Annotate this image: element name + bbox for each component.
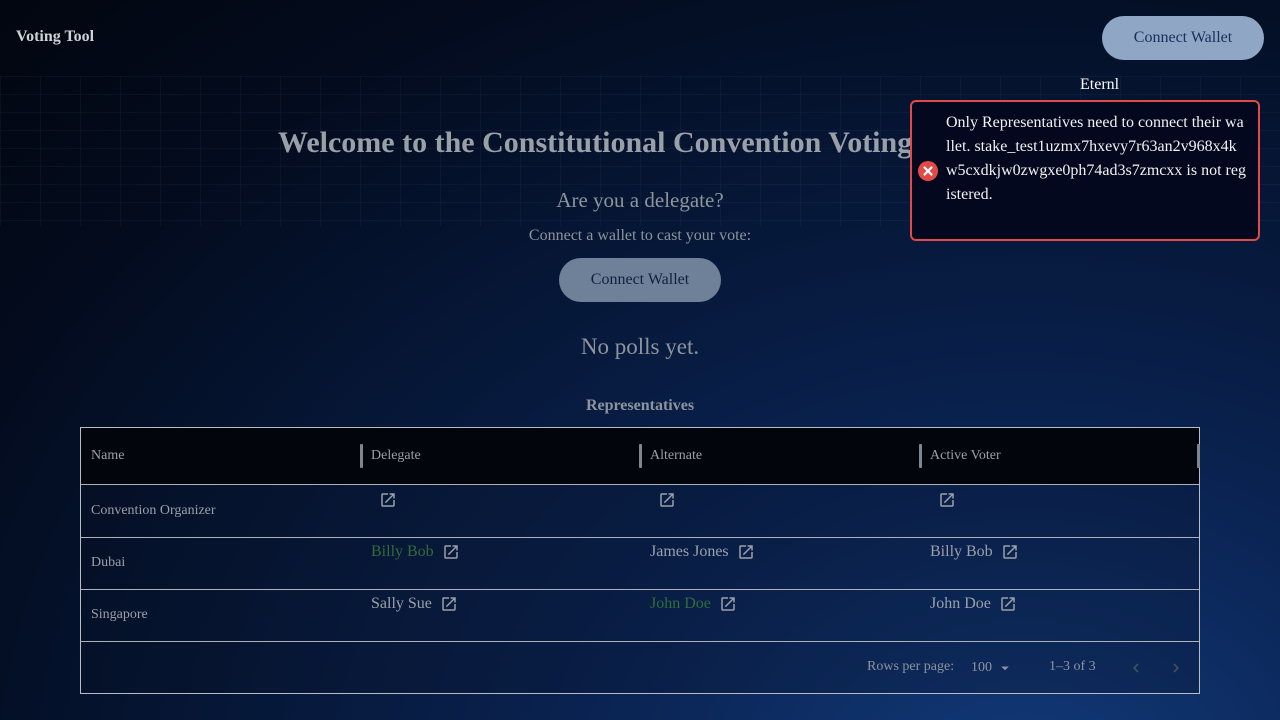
table-row: Singapore Sally Sue John Doe John Doe bbox=[81, 589, 1199, 642]
pagination-range: 1–3 of 3 bbox=[1049, 659, 1096, 674]
row-name: Convention Organizer bbox=[91, 503, 216, 518]
column-header-alternate[interactable]: Alternate bbox=[650, 448, 702, 464]
table-row: Convention Organizer bbox=[81, 485, 1199, 538]
delegate-cell bbox=[371, 491, 397, 509]
page-title: Welcome to the Constitutional Convention… bbox=[278, 126, 975, 159]
open-in-new-icon[interactable] bbox=[442, 543, 460, 561]
error-toast: Only Representatives need to connect the… bbox=[910, 100, 1260, 241]
toast-message: Only Representatives need to connect the… bbox=[946, 114, 1246, 203]
active-voter-cell: John Doe bbox=[930, 595, 1017, 613]
row-name: Dubai bbox=[91, 555, 126, 570]
arrow-drop-down-icon bbox=[1001, 666, 1009, 671]
open-in-new-icon[interactable] bbox=[938, 491, 956, 509]
open-in-new-icon[interactable] bbox=[999, 595, 1017, 613]
wallet-option-eternl[interactable]: Eternl bbox=[1080, 76, 1119, 94]
alternate-cell: James Jones bbox=[650, 543, 755, 561]
column-header-delegate[interactable]: Delegate bbox=[371, 448, 421, 464]
delegate-cell: Sally Sue bbox=[371, 595, 458, 613]
table-row: Dubai Billy Bob James Jones Billy Bob bbox=[81, 537, 1199, 590]
error-circle-icon bbox=[918, 161, 938, 181]
no-polls-text: No polls yet. bbox=[580, 334, 700, 359]
table-header: Name Delegate Alternate Active Voter bbox=[81, 428, 1200, 485]
rows-per-page-select[interactable]: 100 bbox=[971, 659, 1014, 677]
rows-per-page-label: Rows per page: bbox=[867, 659, 955, 674]
open-in-new-icon[interactable] bbox=[440, 595, 458, 613]
rows-per-page-value: 100 bbox=[971, 660, 992, 675]
column-header-name[interactable]: Name bbox=[91, 448, 124, 464]
open-in-new-icon[interactable] bbox=[737, 543, 755, 561]
open-in-new-icon[interactable] bbox=[658, 491, 676, 509]
delegate-name[interactable]: Sally Sue bbox=[371, 595, 432, 613]
open-in-new-icon[interactable] bbox=[1001, 543, 1019, 561]
table-pagination: Rows per page: 100 1–3 of 3 bbox=[81, 641, 1199, 693]
open-in-new-icon[interactable] bbox=[379, 491, 397, 509]
column-separator[interactable] bbox=[1197, 444, 1200, 468]
row-name: Singapore bbox=[91, 607, 148, 622]
previous-page-icon[interactable] bbox=[1127, 659, 1145, 677]
alternate-cell: John Doe bbox=[650, 595, 737, 613]
representatives-table: Name Delegate Alternate Active Voter Con… bbox=[80, 427, 1200, 694]
active-voter-name[interactable]: John Doe bbox=[930, 595, 991, 613]
open-in-new-icon[interactable] bbox=[719, 595, 737, 613]
column-separator[interactable] bbox=[360, 444, 363, 468]
delegate-cell: Billy Bob bbox=[371, 543, 460, 561]
active-voter-cell: Billy Bob bbox=[930, 543, 1019, 561]
alternate-cell bbox=[650, 491, 676, 509]
alternate-name[interactable]: John Doe bbox=[650, 595, 711, 613]
column-separator[interactable] bbox=[639, 444, 642, 468]
next-page-icon[interactable] bbox=[1167, 659, 1185, 677]
active-voter-cell bbox=[930, 491, 956, 509]
column-header-active-voter[interactable]: Active Voter bbox=[930, 448, 1001, 464]
column-separator[interactable] bbox=[919, 444, 922, 468]
active-voter-name[interactable]: Billy Bob bbox=[930, 543, 993, 561]
delegate-name[interactable]: Billy Bob bbox=[371, 543, 434, 561]
connect-wallet-button[interactable]: Connect Wallet bbox=[1102, 16, 1264, 60]
representatives-title: Representatives bbox=[585, 397, 695, 414]
app-title: Voting Tool bbox=[16, 28, 95, 45]
alternate-name[interactable]: James Jones bbox=[650, 543, 729, 561]
connect-wallet-main-button[interactable]: Connect Wallet bbox=[559, 258, 721, 302]
